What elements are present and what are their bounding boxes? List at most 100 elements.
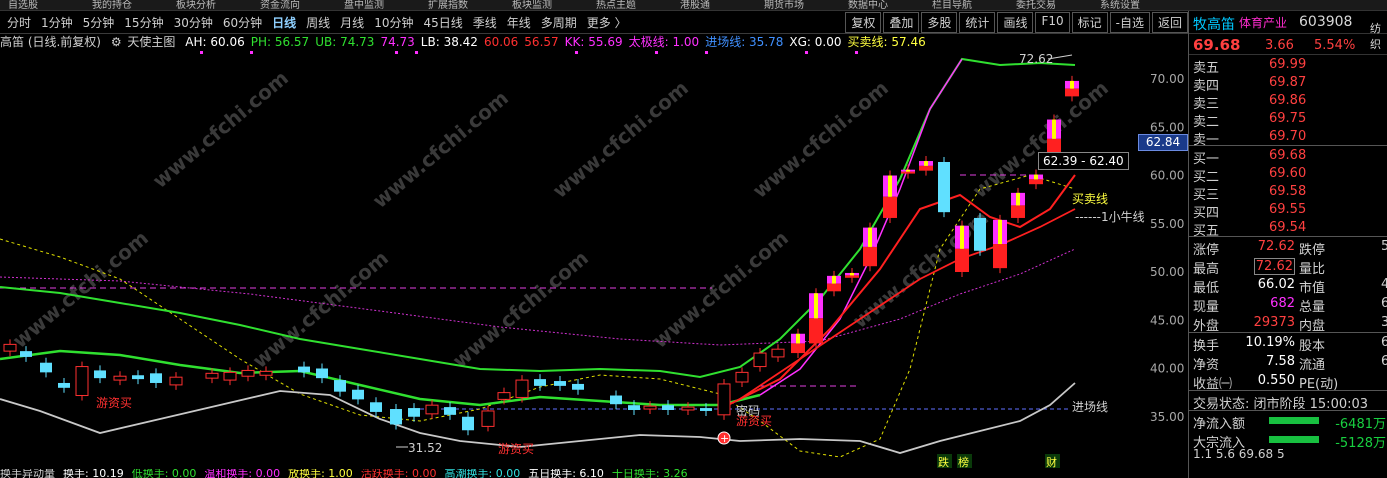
- order-level-price: 69.68: [1269, 148, 1307, 163]
- bid-row[interactable]: 买五 69.54: [1189, 218, 1387, 239]
- bid-row[interactable]: 买三 69.58: [1189, 182, 1387, 203]
- period-tab[interactable]: 季线: [468, 14, 502, 31]
- flow-row: 大宗流入 -5128万: [1189, 430, 1387, 451]
- period-tab[interactable]: 年线: [502, 14, 536, 31]
- candle-body: [515, 379, 529, 398]
- candle-body: [1029, 179, 1043, 185]
- signal-dot: [705, 51, 708, 54]
- candle-body: [444, 407, 456, 415]
- turnover-value: 高潮换手: 0.00: [444, 469, 521, 478]
- top-menu-item[interactable]: 委托交易: [1016, 0, 1056, 10]
- candle-marker: [868, 227, 872, 247]
- trade-status-row: 交易状态: 闭市阶段 15:00:03: [1189, 391, 1387, 412]
- bid-row[interactable]: 买一 69.68: [1189, 146, 1387, 167]
- ask-row[interactable]: 卖三 69.86: [1189, 91, 1387, 112]
- top-menu-item[interactable]: 板块分析: [176, 0, 216, 10]
- candle-body: [259, 370, 273, 376]
- stat-label: PE(动): [1299, 377, 1339, 392]
- period-tab[interactable]: 周线: [301, 14, 335, 31]
- indicator-bar: 高笛 (日线.前复权) ⚙ 天使主图 AH: 60.06 PH: 56.57 UB:…: [0, 33, 1188, 49]
- candle-body: [150, 373, 162, 383]
- candle-body: [993, 244, 1007, 269]
- period-tab[interactable]: 10分钟: [369, 14, 418, 31]
- top-menu-item[interactable]: 系统设置: [1100, 0, 1140, 10]
- ask-row[interactable]: 卖四 69.87: [1189, 73, 1387, 94]
- tool-button[interactable]: 多股: [921, 12, 958, 33]
- y-tick-label: 55.00: [1150, 217, 1184, 231]
- kline-chart[interactable]: www.cfchi.com www.cfchi.com www.cfchi.com w…: [0, 49, 1188, 469]
- candle-body: [827, 283, 841, 292]
- kline-svg: www.cfchi.com www.cfchi.com www.cfchi.com w…: [0, 51, 1184, 469]
- candle-marker: [1052, 119, 1056, 139]
- gear-icon[interactable]: ⚙: [111, 35, 122, 49]
- top-menu-item[interactable]: 扩展指数: [428, 0, 468, 10]
- top-menu-item[interactable]: 期货市场: [764, 0, 804, 10]
- candle-marker: [998, 219, 1002, 245]
- stat-value: 682: [1270, 296, 1295, 311]
- ask-row[interactable]: 卖一 69.70: [1189, 127, 1387, 148]
- candle-body: [408, 408, 420, 417]
- candle-marker: [796, 333, 800, 344]
- order-level-price: 69.60: [1269, 166, 1307, 181]
- period-tab[interactable]: 多周期: [536, 14, 582, 31]
- top-menu-item[interactable]: 资金流向: [260, 0, 300, 10]
- y-tick-label: 35.00: [1150, 410, 1184, 424]
- period-tab[interactable]: 分时: [2, 14, 36, 31]
- candle-marker: [1016, 192, 1020, 206]
- tool-button[interactable]: 叠加: [883, 12, 920, 33]
- y-tick-label: 70.00: [1150, 72, 1184, 86]
- period-tab[interactable]: 45日线: [418, 14, 467, 31]
- order-level-price: 69.54: [1269, 220, 1307, 235]
- top-menu-item[interactable]: 数据中心: [848, 0, 888, 10]
- indicator-value: 买卖线: 57.46: [847, 35, 926, 49]
- period-tab[interactable]: 月线: [335, 14, 369, 31]
- top-menu-item[interactable]: 港股通: [680, 0, 710, 10]
- tool-button[interactable]: F10: [1035, 12, 1070, 33]
- candle-body: [974, 217, 986, 251]
- candle-marker: [924, 161, 928, 166]
- turnover-value: 低换手: 0.00: [131, 469, 197, 478]
- indicator-name[interactable]: 天使主图: [127, 35, 175, 49]
- plus-icon: +: [720, 432, 729, 445]
- period-tab[interactable]: 1分钟: [36, 14, 78, 31]
- period-tab[interactable]: 15分钟: [119, 14, 168, 31]
- top-menu-item[interactable]: 板块监测: [512, 0, 552, 10]
- tool-button[interactable]: -自选: [1109, 12, 1150, 33]
- last-price: 69.68: [1193, 36, 1241, 54]
- tool-button[interactable]: 画线: [997, 12, 1034, 33]
- stock-name[interactable]: 牧高笛: [1193, 14, 1235, 34]
- stat-value: 3: [1381, 315, 1387, 330]
- period-tab[interactable]: 30分钟: [169, 14, 218, 31]
- top-menu-item[interactable]: 盘中监测: [344, 0, 384, 10]
- tool-button[interactable]: 复权: [845, 12, 882, 33]
- period-tab[interactable]: 60分钟: [218, 14, 267, 31]
- ask-row[interactable]: 卖二 69.75: [1189, 109, 1387, 130]
- stat-label: 外盘: [1193, 319, 1220, 334]
- tool-button[interactable]: 标记: [1071, 12, 1108, 33]
- top-menu-item[interactable]: 自选股: [8, 0, 38, 10]
- period-tab[interactable]: 更多 〉: [582, 14, 632, 31]
- candle-body: [809, 318, 823, 344]
- stock-sector[interactable]: 体育产业: [1239, 14, 1287, 31]
- tool-button[interactable]: 返回: [1151, 12, 1188, 33]
- indicator-value: 60.06: [483, 35, 519, 49]
- period-tab[interactable]: 5分钟: [78, 14, 120, 31]
- stat-value: 4: [1381, 277, 1387, 292]
- y-tick-label: 45.00: [1150, 313, 1184, 327]
- low-label: 31.52: [408, 441, 442, 455]
- period-tab[interactable]: 日线: [267, 14, 301, 31]
- ask-row[interactable]: 卖五 69.99: [1189, 55, 1387, 76]
- signal-dot: [250, 51, 253, 54]
- signal-dot: [415, 51, 418, 54]
- stat-row: 收益㈠ 0.550 PE(动): [1189, 371, 1387, 392]
- top-menu-item[interactable]: 热点主题: [596, 0, 636, 10]
- watermark: www.cfchi.com: [448, 246, 593, 373]
- bid-row[interactable]: 买四 69.55: [1189, 200, 1387, 221]
- top-menu-item[interactable]: 栏目导航: [932, 0, 972, 10]
- bid-row[interactable]: 买二 69.60: [1189, 164, 1387, 185]
- candle-body: [863, 246, 877, 267]
- candle-body: [955, 248, 969, 272]
- top-menu-item[interactable]: 我的持仓: [92, 0, 132, 10]
- tool-button[interactable]: 统计: [959, 12, 996, 33]
- order-level-price: 69.58: [1269, 184, 1307, 199]
